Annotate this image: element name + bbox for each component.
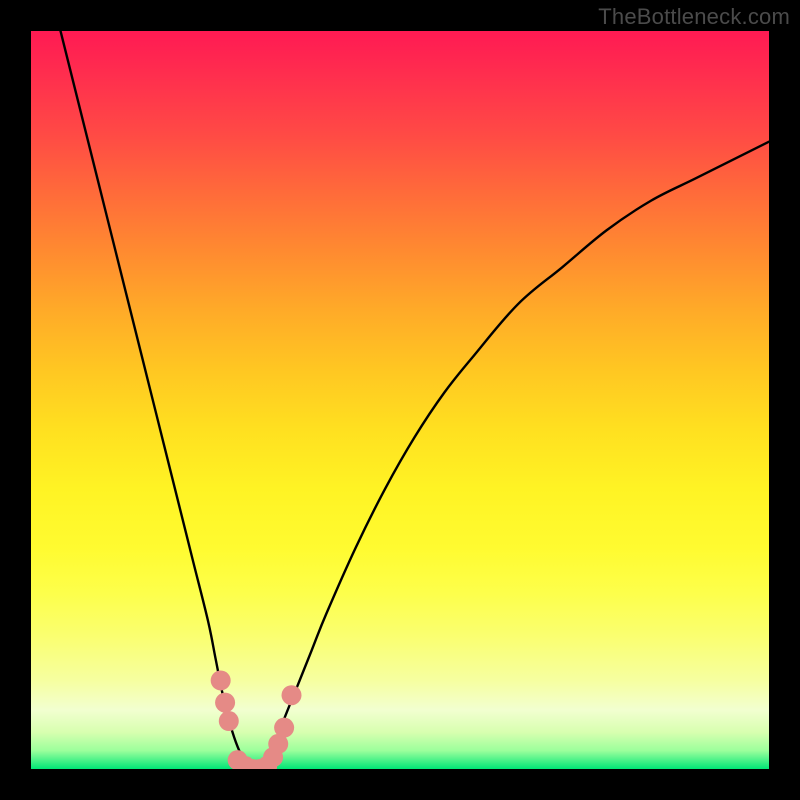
highlight-dot <box>211 670 231 690</box>
bottleneck-curve <box>61 31 769 769</box>
highlight-dot <box>215 693 235 713</box>
attribution-watermark: TheBottleneck.com <box>598 4 790 30</box>
highlight-dot <box>282 685 302 705</box>
highlight-dot <box>219 711 239 731</box>
plot-area <box>31 31 769 769</box>
curve-layer <box>31 31 769 769</box>
chart-canvas: TheBottleneck.com <box>0 0 800 800</box>
highlight-dot <box>274 718 294 738</box>
